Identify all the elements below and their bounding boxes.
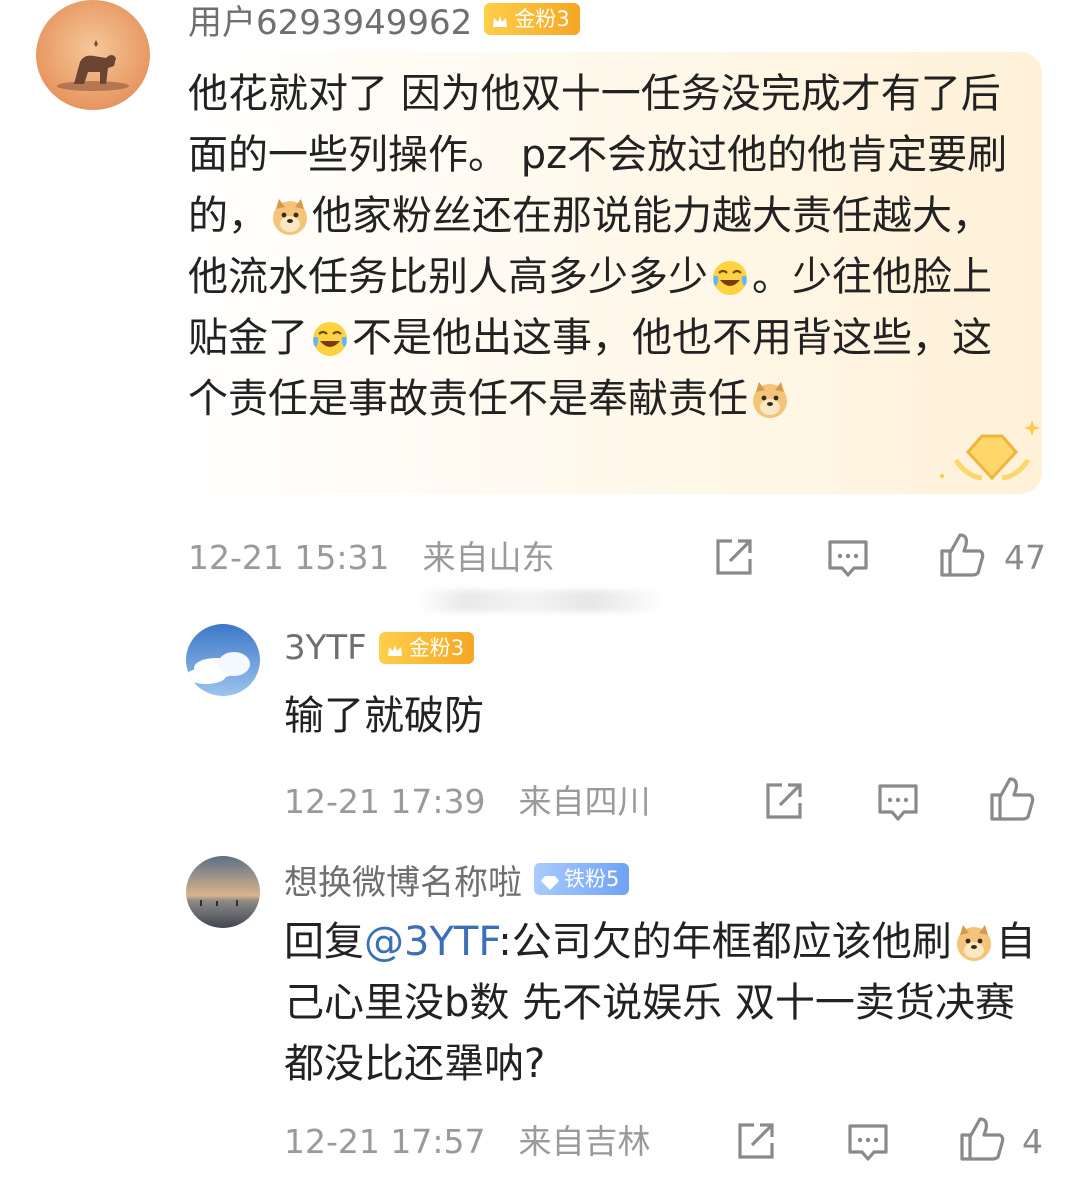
fan-badge[interactable]: 铁粉5 <box>534 863 630 895</box>
share-icon[interactable] <box>734 1119 778 1163</box>
reply-text: 回复@3YTF:公司欠的年框都应该他刷 自己心里没b数 先不说娱乐 双十一卖货决赛… <box>284 912 1044 1095</box>
doge-emoji-icon <box>750 377 790 418</box>
reply-time: 12-21 17:57 <box>284 1122 486 1161</box>
badge-label: 金粉3 <box>514 7 570 31</box>
comment-icon[interactable] <box>876 780 920 824</box>
thumbs-up-icon[interactable] <box>958 1115 1006 1163</box>
reply-text: 输了就破防 <box>284 686 1044 747</box>
crown-icon <box>490 9 510 29</box>
doge-emoji-icon <box>954 920 994 961</box>
like-count: 47 <box>1004 538 1046 577</box>
badge-label: 铁粉5 <box>564 867 620 891</box>
mention-link[interactable]: @3YTF <box>364 919 498 965</box>
reply-location: 来自吉林 <box>518 1122 651 1161</box>
text-segment: :公司欠的年框都应该他刷 <box>498 919 952 965</box>
badge-label: 金粉3 <box>408 636 465 660</box>
thumbs-up-icon[interactable] <box>988 775 1036 823</box>
avatar[interactable] <box>36 0 150 110</box>
comment-location: 来自山东 <box>422 538 555 577</box>
diamond-icon <box>540 869 560 890</box>
doge-emoji-icon <box>270 194 310 235</box>
comment-text: 他花就对了 因为他双十一任务没完成才有了后面的一些列操作。 pz不会放过他的他肯… <box>188 64 1018 430</box>
laugh-cry-emoji-icon <box>310 316 350 356</box>
reply-time: 12-21 17:39 <box>284 782 486 821</box>
like-count: 4 <box>1022 1122 1043 1161</box>
avatar[interactable] <box>186 624 260 696</box>
thumbs-up-icon[interactable] <box>938 531 986 579</box>
username[interactable]: 用户6293949962 <box>188 0 472 44</box>
username[interactable]: 3YTF <box>284 628 367 668</box>
fan-badge[interactable]: 金粉3 <box>378 632 475 664</box>
reply-location: 来自四川 <box>518 782 651 821</box>
crown-icon <box>385 638 405 658</box>
fan-badge[interactable]: 金粉3 <box>484 3 580 35</box>
comment-icon[interactable] <box>846 1120 890 1164</box>
laugh-cry-emoji-icon <box>710 255 750 295</box>
comment-time: 12-21 15:31 <box>188 538 390 577</box>
share-icon[interactable] <box>762 779 806 823</box>
text-segment: 回复 <box>284 919 364 965</box>
text-segment: 不是他出这事，他也不用背这些，这个责任是事故责任不是奉献责任 <box>188 315 992 422</box>
blurred-strip <box>416 590 666 612</box>
avatar[interactable] <box>186 856 260 928</box>
share-icon[interactable] <box>712 535 756 579</box>
comment-icon[interactable] <box>826 536 870 580</box>
username[interactable]: 想换微博名称啦 <box>284 855 522 904</box>
text-segment: 输了就破防 <box>284 693 484 739</box>
